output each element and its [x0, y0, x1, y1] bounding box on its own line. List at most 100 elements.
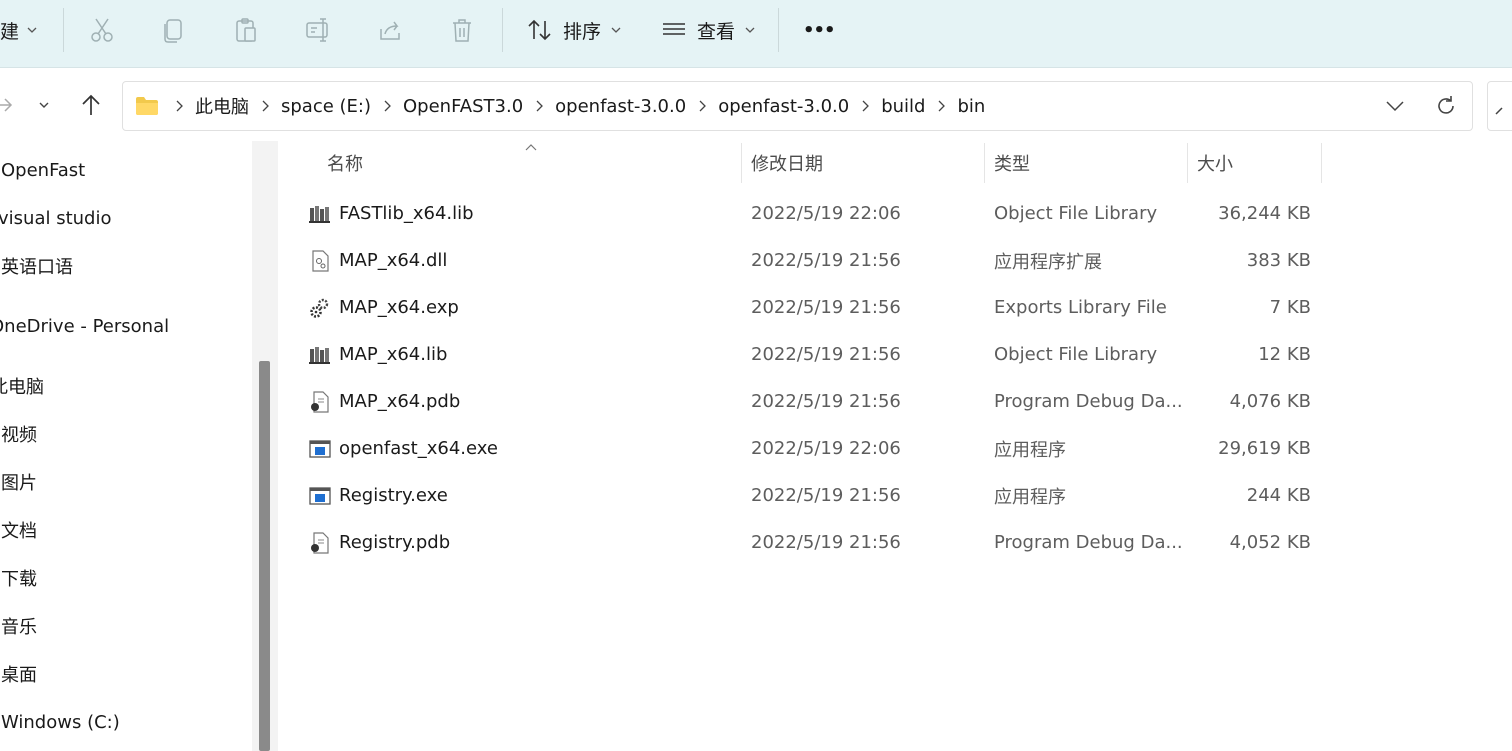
- toolbar-divider: [502, 8, 503, 52]
- column-divider[interactable]: [984, 143, 985, 183]
- toolbar-divider: [778, 8, 779, 52]
- chevron-right-icon[interactable]: [936, 99, 946, 113]
- forward-button[interactable]: [0, 89, 16, 121]
- folder-icon: [136, 97, 158, 115]
- nav-item-windows-c[interactable]: Windows (C:): [1, 707, 120, 737]
- clipboard-icon: [236, 18, 256, 42]
- file-type: 应用程序扩展: [994, 251, 1102, 273]
- chevron-down-icon: [39, 102, 49, 108]
- chevron-right-icon[interactable]: [534, 99, 544, 113]
- rename-button[interactable]: [305, 0, 333, 60]
- search-box[interactable]: [1487, 81, 1512, 131]
- breadcrumb-drive[interactable]: space (E:): [281, 96, 371, 117]
- file-name-cell: FASTlib_x64.lib: [309, 190, 474, 237]
- file-size: 4,052 KB: [1229, 532, 1311, 553]
- nav-item-this-pc[interactable]: 此电脑: [0, 371, 44, 401]
- file-name: FASTlib_x64.lib: [339, 203, 474, 224]
- file-name-cell: MAP_x64.lib: [309, 331, 447, 378]
- file-row[interactable]: MAP_x64.exp 2022/5/19 21:56 Exports Libr…: [279, 284, 1512, 331]
- breadcrumb: 此电脑 space (E:) OpenFAST3.0 openfast-3.0.…: [135, 82, 985, 130]
- new-button[interactable]: 建: [0, 0, 39, 60]
- file-name-cell: MAP_x64.exp: [309, 284, 459, 331]
- file-type: 应用程序: [994, 439, 1066, 461]
- nav-item-documents[interactable]: 文档: [1, 515, 37, 545]
- chevron-right-icon[interactable]: [260, 99, 270, 113]
- arrow-right-icon: [0, 98, 13, 112]
- view-label: 查看: [697, 20, 736, 43]
- breadcrumb-openfast-300-inner[interactable]: openfast-3.0.0: [718, 96, 849, 117]
- chevron-right-icon[interactable]: [174, 99, 184, 113]
- file-row[interactable]: Registry.exe 2022/5/19 21:56 应用程序 244 KB: [279, 472, 1512, 519]
- file-date: 2022/5/19 22:06: [751, 438, 901, 459]
- sort-icon: [528, 19, 551, 41]
- column-header-date[interactable]: 修改日期: [751, 141, 823, 185]
- refresh-icon: [1438, 96, 1454, 114]
- nav-scrollbar-thumb[interactable]: [259, 361, 270, 751]
- file-row[interactable]: openfast_x64.exe 2022/5/19 22:06 应用程序 29…: [279, 425, 1512, 472]
- rename-icon: [306, 18, 328, 42]
- column-header-type[interactable]: 类型: [994, 141, 1030, 185]
- refresh-button[interactable]: [1435, 95, 1457, 121]
- nav-item-downloads[interactable]: 下载: [1, 563, 37, 593]
- nav-item-desktop[interactable]: 桌面: [1, 659, 37, 689]
- command-bar: 建 排序 查看 •••: [0, 0, 1512, 68]
- pdb-file-icon: [311, 390, 329, 413]
- breadcrumb-this-pc[interactable]: 此电脑: [195, 93, 249, 119]
- sort-ascending-indicator-icon: [525, 144, 537, 151]
- chevron-right-icon[interactable]: [697, 99, 707, 113]
- breadcrumb-openfast-300[interactable]: openfast-3.0.0: [555, 96, 686, 117]
- cut-button[interactable]: [89, 0, 115, 60]
- nav-item-onedrive[interactable]: OneDrive - Personal: [0, 311, 169, 341]
- up-button[interactable]: [76, 89, 106, 121]
- column-header-name[interactable]: 名称: [327, 141, 363, 185]
- chevron-down-icon: [611, 27, 621, 33]
- dll-file-icon: [312, 249, 329, 272]
- sort-button[interactable]: 排序: [526, 0, 623, 60]
- paste-button[interactable]: [233, 0, 259, 60]
- file-size: 244 KB: [1246, 485, 1311, 506]
- file-size: 383 KB: [1246, 250, 1311, 271]
- nav-item-videos[interactable]: 视频: [1, 419, 37, 449]
- breadcrumb-bin[interactable]: bin: [957, 96, 985, 117]
- breadcrumb-build[interactable]: build: [881, 96, 925, 117]
- recent-locations-button[interactable]: [32, 89, 56, 121]
- share-icon: [380, 21, 400, 40]
- trash-icon: [453, 19, 471, 42]
- column-header-size[interactable]: 大小: [1197, 141, 1233, 185]
- sort-label: 排序: [563, 20, 602, 43]
- chevron-down-icon: [27, 27, 37, 33]
- chevron-right-icon[interactable]: [382, 99, 392, 113]
- file-name-cell: MAP_x64.pdb: [309, 378, 460, 425]
- nav-item-openfast[interactable]: OpenFast: [1, 155, 85, 185]
- chevron-down-icon: [745, 27, 755, 33]
- file-name: Registry.exe: [339, 485, 448, 506]
- delete-button[interactable]: [449, 0, 475, 60]
- address-row: 此电脑 space (E:) OpenFAST3.0 openfast-3.0.…: [0, 69, 1512, 141]
- file-type: Object File Library: [994, 203, 1158, 224]
- copy-icon: [164, 19, 182, 43]
- file-row[interactable]: Registry.pdb 2022/5/19 21:56 Program Deb…: [279, 519, 1512, 566]
- file-row[interactable]: FASTlib_x64.lib 2022/5/19 22:06 Object F…: [279, 190, 1512, 237]
- column-divider[interactable]: [1321, 143, 1322, 183]
- more-options-button[interactable]: •••: [803, 0, 836, 60]
- breadcrumb-openfast[interactable]: OpenFAST3.0: [403, 96, 523, 117]
- file-row[interactable]: MAP_x64.dll 2022/5/19 21:56 应用程序扩展 383 K…: [279, 237, 1512, 284]
- file-row[interactable]: MAP_x64.pdb 2022/5/19 21:56 Program Debu…: [279, 378, 1512, 425]
- share-button[interactable]: [377, 0, 403, 60]
- view-button[interactable]: 查看: [661, 0, 757, 60]
- address-bar[interactable]: 此电脑 space (E:) OpenFAST3.0 openfast-3.0.…: [122, 81, 1473, 131]
- chevron-right-icon[interactable]: [860, 99, 870, 113]
- column-divider[interactable]: [741, 143, 742, 183]
- nav-item-visual-studio[interactable]: visual studio: [0, 203, 111, 233]
- column-divider[interactable]: [1187, 143, 1188, 183]
- file-row[interactable]: MAP_x64.lib 2022/5/19 21:56 Object File …: [279, 331, 1512, 378]
- copy-button[interactable]: [161, 0, 187, 60]
- nav-item-pictures[interactable]: 图片: [1, 467, 37, 497]
- library-file-icon: [309, 205, 330, 223]
- file-name: openfast_x64.exe: [339, 438, 498, 459]
- file-date: 2022/5/19 21:56: [751, 344, 901, 365]
- nav-item-music[interactable]: 音乐: [1, 611, 37, 641]
- address-history-button[interactable]: [1385, 97, 1405, 119]
- nav-item-english-speaking[interactable]: 英语口语: [1, 251, 73, 281]
- arrow-up-icon: [82, 94, 100, 115]
